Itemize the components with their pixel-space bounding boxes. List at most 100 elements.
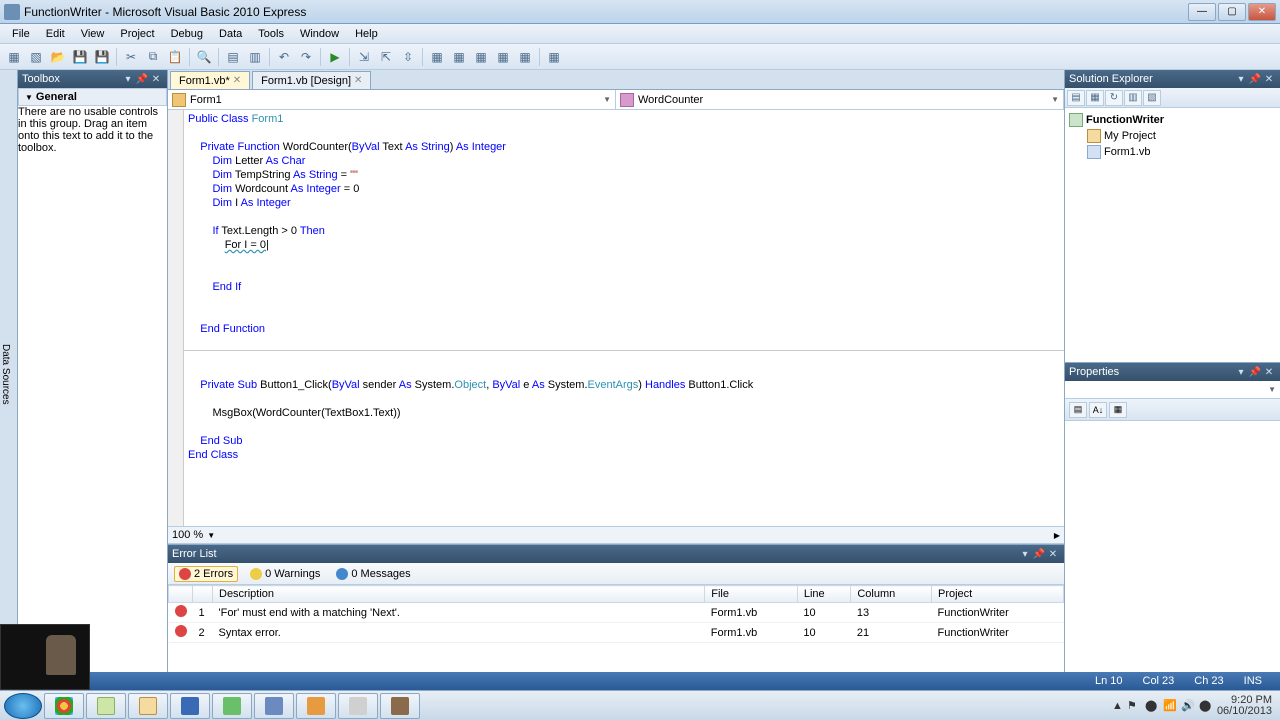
start-button[interactable] [4, 693, 42, 719]
menu-tools[interactable]: Tools [250, 26, 292, 42]
properties-object-selector[interactable]: ▼ [1065, 381, 1280, 399]
tray-chevron-icon[interactable]: ▲ [1112, 700, 1123, 712]
scroll-right-icon[interactable]: ▶ [1054, 531, 1060, 540]
step-out-icon[interactable]: ⇳ [398, 47, 418, 67]
tb-icon[interactable]: ▦ [449, 47, 469, 67]
refresh-icon[interactable]: ↻ [1105, 90, 1123, 106]
tray-icon[interactable]: ⬤ [1145, 699, 1159, 713]
step-into-icon[interactable]: ⇲ [354, 47, 374, 67]
data-sources-tab[interactable]: Data Sources [0, 70, 18, 672]
dropdown-icon[interactable]: ▾ [1234, 365, 1248, 379]
start-debug-icon[interactable]: ▶ [325, 47, 345, 67]
view-code-icon[interactable]: ▥ [1124, 90, 1142, 106]
taskbar-explorer[interactable] [128, 693, 168, 719]
project-icon [1069, 113, 1083, 127]
document-tab[interactable]: Form1.vb [Design]✕ [252, 71, 371, 89]
close-icon[interactable]: ✕ [1046, 547, 1060, 561]
solution-tree[interactable]: FunctionWriter My Project Form1.vb [1065, 108, 1280, 362]
step-over-icon[interactable]: ⇱ [376, 47, 396, 67]
show-all-icon[interactable]: ▦ [1086, 90, 1104, 106]
error-icon [175, 605, 187, 617]
volume-icon[interactable]: 🔊 [1181, 699, 1195, 713]
taskbar-notepad[interactable] [86, 693, 126, 719]
close-icon[interactable]: ✕ [1262, 72, 1276, 86]
paste-icon[interactable]: 📋 [165, 47, 185, 67]
minimize-button[interactable]: — [1188, 3, 1216, 21]
menu-data[interactable]: Data [211, 26, 250, 42]
add-item-icon[interactable]: ▧ [26, 47, 46, 67]
close-icon[interactable]: ✕ [149, 72, 163, 86]
menu-window[interactable]: Window [292, 26, 347, 42]
pin-icon[interactable]: 📌 [1032, 547, 1046, 561]
open-icon[interactable]: 📂 [48, 47, 68, 67]
save-all-icon[interactable]: 💾 [92, 47, 112, 67]
document-tab[interactable]: Form1.vb*✕ [170, 71, 250, 89]
network-icon[interactable]: 📶 [1163, 699, 1177, 713]
menu-help[interactable]: Help [347, 26, 386, 42]
alphabetical-icon[interactable]: A↓ [1089, 402, 1107, 418]
dropdown-icon[interactable]: ▾ [1018, 547, 1032, 561]
copy-icon[interactable]: ⧉ [143, 47, 163, 67]
class-selector[interactable]: Form1 ▼ [168, 90, 616, 109]
method-selector[interactable]: WordCounter ▼ [616, 90, 1064, 109]
zoom-level[interactable]: 100 % [172, 529, 203, 541]
my-project-node[interactable]: My Project [1069, 128, 1276, 144]
system-tray[interactable]: ▲ ⚑ ⬤ 📶 🔊 ⬤ 9:20 PM 06/10/2013 [1112, 695, 1276, 717]
taskbar-word[interactable] [170, 693, 210, 719]
tb-icon[interactable]: ▦ [427, 47, 447, 67]
close-tab-icon[interactable]: ✕ [354, 75, 362, 86]
error-row[interactable]: 1'For' must end with a matching 'Next'.F… [169, 603, 1064, 623]
error-row[interactable]: 2Syntax error.Form1.vb1021FunctionWriter [169, 623, 1064, 643]
tb-icon[interactable]: ▦ [544, 47, 564, 67]
close-tab-icon[interactable]: ✕ [233, 75, 241, 86]
menu-edit[interactable]: Edit [38, 26, 73, 42]
pin-icon[interactable]: 📌 [135, 72, 149, 86]
taskbar-app[interactable] [212, 693, 252, 719]
close-button[interactable]: ✕ [1248, 3, 1276, 21]
taskbar-vs[interactable] [254, 693, 294, 719]
clock[interactable]: 9:20 PM 06/10/2013 [1217, 695, 1272, 717]
view-designer-icon[interactable]: ▧ [1143, 90, 1161, 106]
messages-filter[interactable]: 0 Messages [332, 567, 414, 581]
chevron-down-icon[interactable]: ▼ [207, 531, 215, 540]
properties-icon[interactable]: ▤ [1067, 90, 1085, 106]
warnings-filter[interactable]: 0 Warnings [246, 567, 324, 581]
dropdown-icon[interactable]: ▾ [1234, 72, 1248, 86]
new-project-icon[interactable]: ▦ [4, 47, 24, 67]
code-editor[interactable]: Public Class Form1 Private Function Word… [168, 110, 1064, 526]
close-icon[interactable]: ✕ [1262, 365, 1276, 379]
tray-icon[interactable]: ⚑ [1127, 699, 1141, 713]
undo-icon[interactable]: ↶ [274, 47, 294, 67]
cut-icon[interactable]: ✂ [121, 47, 141, 67]
status-col: Col 23 [1133, 675, 1185, 687]
toolbox-group-general[interactable]: ▼ General [18, 88, 167, 106]
taskbar-chrome[interactable] [44, 693, 84, 719]
folder-icon [1087, 129, 1101, 143]
save-icon[interactable]: 💾 [70, 47, 90, 67]
maximize-button[interactable]: ▢ [1218, 3, 1246, 21]
menu-project[interactable]: Project [112, 26, 162, 42]
tb-icon[interactable]: ▦ [493, 47, 513, 67]
tray-icon[interactable]: ⬤ [1199, 699, 1213, 713]
find-icon[interactable]: 🔍 [194, 47, 214, 67]
dropdown-icon[interactable]: ▾ [121, 72, 135, 86]
property-pages-icon[interactable]: ▦ [1109, 402, 1127, 418]
pin-icon[interactable]: 📌 [1248, 72, 1262, 86]
project-node[interactable]: FunctionWriter [1069, 112, 1276, 128]
toolbox-title: Toolbox [22, 73, 60, 85]
taskbar-app2[interactable] [296, 693, 336, 719]
tb-icon[interactable]: ▦ [515, 47, 535, 67]
errors-filter[interactable]: 2 Errors [174, 566, 238, 582]
menu-view[interactable]: View [73, 26, 113, 42]
menu-debug[interactable]: Debug [163, 26, 211, 42]
pin-icon[interactable]: 📌 [1248, 365, 1262, 379]
taskbar-app3[interactable] [338, 693, 378, 719]
categorized-icon[interactable]: ▤ [1069, 402, 1087, 418]
taskbar-app4[interactable] [380, 693, 420, 719]
form-file-node[interactable]: Form1.vb [1069, 144, 1276, 160]
comment-icon[interactable]: ▤ [223, 47, 243, 67]
redo-icon[interactable]: ↷ [296, 47, 316, 67]
menu-file[interactable]: File [4, 26, 38, 42]
tb-icon[interactable]: ▦ [471, 47, 491, 67]
uncomment-icon[interactable]: ▥ [245, 47, 265, 67]
